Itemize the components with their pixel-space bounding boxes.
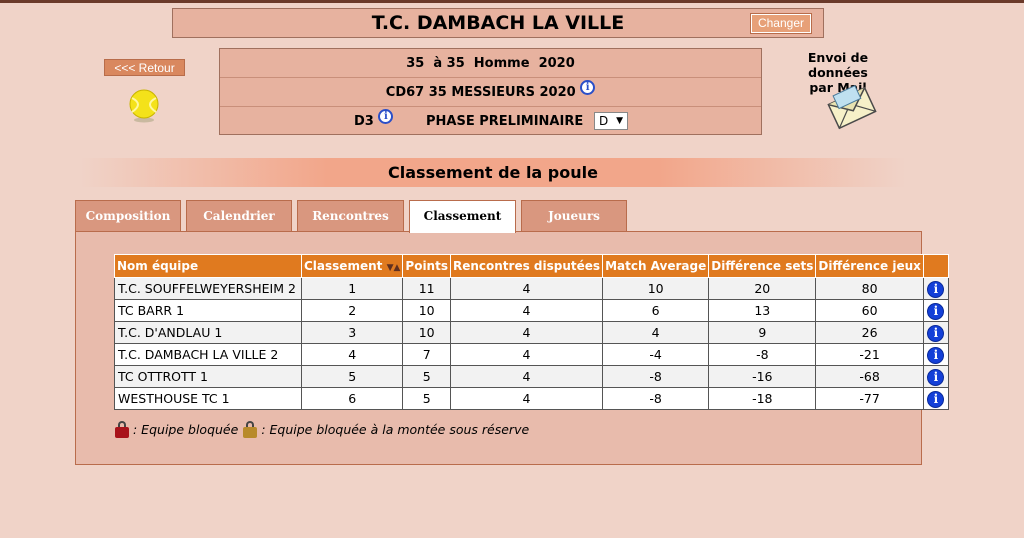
info-cell: i xyxy=(922,343,949,366)
table-cell: 4 xyxy=(449,277,604,300)
tab-composition[interactable]: Composition xyxy=(75,200,181,232)
team-info-icon[interactable]: i xyxy=(927,391,945,408)
table-cell: 4 xyxy=(449,299,604,322)
table-cell: 7 xyxy=(402,343,451,366)
table-cell: 20 xyxy=(708,277,817,300)
col-info xyxy=(922,254,949,278)
info-cell: i xyxy=(922,387,949,410)
col-sets-diff[interactable]: Différence sets xyxy=(708,254,817,278)
table-cell: 4 xyxy=(449,343,604,366)
competition-name: CD67 35 MESSIEURS 2020 i xyxy=(220,78,761,107)
info-cell: i xyxy=(922,299,949,322)
table-cell: -8 xyxy=(602,365,710,388)
table-row: TC BARR 1 2 10 4 6 13 60 i xyxy=(114,299,949,322)
legend: : Equipe bloquée : Equipe bloquée à la m… xyxy=(115,421,529,438)
table-row: WESTHOUSE TC 1 6 5 4 -8 -18 -77 i xyxy=(114,387,949,410)
table-cell: 2 xyxy=(300,299,404,322)
phase-label: PHASE PRELIMINAIRE xyxy=(426,114,584,129)
info-cell: i xyxy=(922,321,949,344)
tab-classement[interactable]: Classement xyxy=(409,200,516,233)
team-info-icon[interactable]: i xyxy=(927,347,945,364)
team-name-cell[interactable]: T.C. SOUFFELWEYERSHEIM 2 xyxy=(114,277,302,300)
tab-calendrier[interactable]: Calendrier xyxy=(186,200,292,232)
tennis-ball-icon xyxy=(129,89,159,123)
tab-joueurs[interactable]: Joueurs xyxy=(521,200,627,232)
team-name-cell[interactable]: T.C. DAMBACH LA VILLE 2 xyxy=(114,343,302,366)
red-lock-icon xyxy=(115,421,129,438)
col-ranking[interactable]: Classement ▼▲ xyxy=(300,254,404,278)
competition-info-icon[interactable]: i xyxy=(580,80,596,95)
table-row: T.C. SOUFFELWEYERSHEIM 2 1 11 4 10 20 80 i xyxy=(114,277,949,300)
table-row: T.C. D'ANDLAU 1 3 10 4 4 9 26 i xyxy=(114,321,949,344)
ranking-table: Nom équipe Classement ▼▲ Points Rencontr… xyxy=(114,254,949,410)
sort-arrows-icon[interactable]: ▼▲ xyxy=(387,263,401,273)
col-team-name[interactable]: Nom équipe xyxy=(114,254,302,278)
table-cell: 4 xyxy=(449,387,604,410)
table-cell: 5 xyxy=(300,365,404,388)
table-cell: -18 xyxy=(708,387,817,410)
table-cell: 80 xyxy=(815,277,924,300)
table-cell: 60 xyxy=(815,299,924,322)
dropdown-arrow-icon: ▼ xyxy=(616,116,623,126)
table-cell: 10 xyxy=(402,321,451,344)
team-info-icon[interactable]: i xyxy=(927,325,945,342)
legend-blocked-promotion: : Equipe bloquée à la montée sous réserv… xyxy=(261,422,530,437)
team-info-icon[interactable]: i xyxy=(927,281,945,298)
table-cell: 4 xyxy=(449,365,604,388)
competition-info: 35 à 35 Homme 2020 CD67 35 MESSIEURS 202… xyxy=(219,48,762,135)
team-name-cell[interactable]: WESTHOUSE TC 1 xyxy=(114,387,302,410)
team-name-cell[interactable]: TC BARR 1 xyxy=(114,299,302,322)
col-matches-played[interactable]: Rencontres disputées xyxy=(449,254,604,278)
team-info-icon[interactable]: i xyxy=(927,369,945,386)
title-bar: T.C. DAMBACH LA VILLE Changer xyxy=(172,8,824,38)
team-info-icon[interactable]: i xyxy=(927,303,945,320)
table-cell: -8 xyxy=(602,387,710,410)
info-cell: i xyxy=(922,277,949,300)
table-cell: 4 xyxy=(602,321,710,344)
envelope-icon[interactable] xyxy=(826,85,878,131)
table-cell: 13 xyxy=(708,299,817,322)
division-row: D3 i PHASE PRELIMINAIRE D ▼ xyxy=(220,107,761,136)
table-cell: -8 xyxy=(708,343,817,366)
change-button[interactable]: Changer xyxy=(750,14,811,33)
back-button[interactable]: <<< Retour xyxy=(104,59,185,76)
table-cell: 10 xyxy=(602,277,710,300)
table-header-row: Nom équipe Classement ▼▲ Points Rencontr… xyxy=(114,254,949,278)
team-name-cell[interactable]: TC OTTROTT 1 xyxy=(114,365,302,388)
col-games-diff[interactable]: Différence jeux xyxy=(815,254,924,278)
table-cell: -21 xyxy=(815,343,924,366)
col-points[interactable]: Points xyxy=(402,254,451,278)
division-label: D3 i xyxy=(354,107,394,136)
table-row: TC OTTROTT 1 5 5 4 -8 -16 -68 i xyxy=(114,365,949,388)
table-cell: 5 xyxy=(402,365,451,388)
table-cell: 5 xyxy=(402,387,451,410)
table-cell: 9 xyxy=(708,321,817,344)
club-title: T.C. DAMBACH LA VILLE xyxy=(371,12,625,34)
table-cell: 3 xyxy=(300,321,404,344)
table-cell: -4 xyxy=(602,343,710,366)
table-cell: 1 xyxy=(300,277,404,300)
table-cell: -16 xyxy=(708,365,817,388)
table-body: T.C. SOUFFELWEYERSHEIM 2 1 11 4 10 20 80 i TC BA… xyxy=(114,277,949,410)
table-cell: 26 xyxy=(815,321,924,344)
table-cell: -77 xyxy=(815,387,924,410)
section-title: Classement de la poule xyxy=(80,158,906,187)
table-cell: 11 xyxy=(402,277,451,300)
info-cell: i xyxy=(922,365,949,388)
col-match-average[interactable]: Match Average xyxy=(602,254,710,278)
team-name-cell[interactable]: T.C. D'ANDLAU 1 xyxy=(114,321,302,344)
division-select[interactable]: D ▼ xyxy=(594,112,628,130)
table-cell: 6 xyxy=(602,299,710,322)
table-cell: 6 xyxy=(300,387,404,410)
division-info-icon[interactable]: i xyxy=(378,109,394,124)
gold-lock-icon xyxy=(243,421,258,438)
table-cell: 4 xyxy=(300,343,404,366)
competition-category: 35 à 35 Homme 2020 xyxy=(220,49,761,78)
table-row: T.C. DAMBACH LA VILLE 2 4 7 4 -4 -8 -21 i xyxy=(114,343,949,366)
tab-rencontres[interactable]: Rencontres xyxy=(297,200,404,232)
table-cell: 10 xyxy=(402,299,451,322)
legend-blocked: : Equipe bloquée xyxy=(133,422,239,437)
table-cell: 4 xyxy=(449,321,604,344)
table-cell: -68 xyxy=(815,365,924,388)
